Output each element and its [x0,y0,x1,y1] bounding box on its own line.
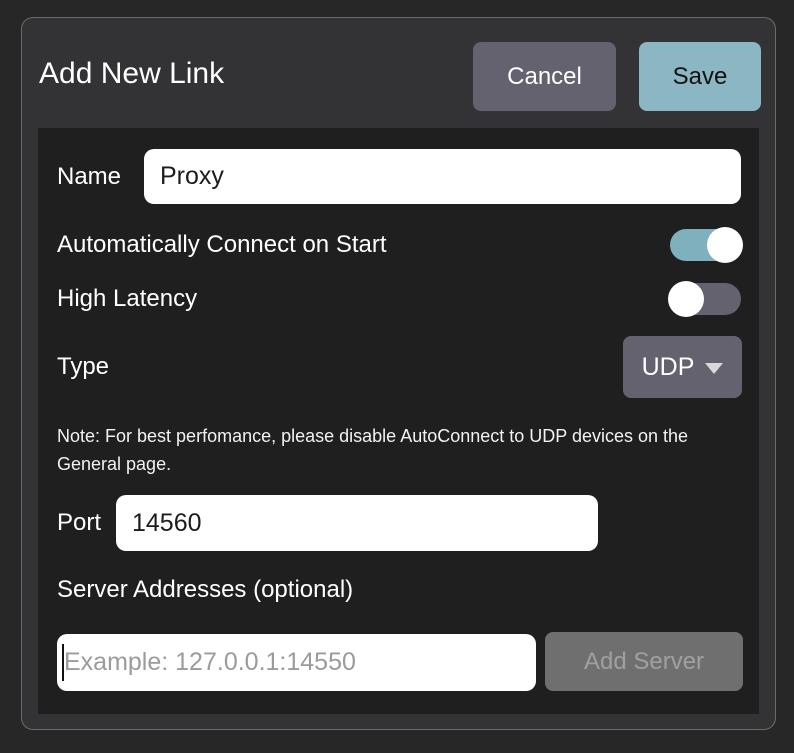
save-button[interactable]: Save [639,42,761,111]
name-label: Name [57,162,121,192]
high-latency-toggle[interactable] [670,283,741,315]
server-addresses-label: Server Addresses (optional) [57,575,353,605]
udp-performance-note: Note: For best perfomance, please disabl… [57,422,735,478]
text-cursor [62,644,64,681]
cancel-button[interactable]: Cancel [473,42,616,111]
auto-connect-toggle[interactable] [670,229,741,261]
type-dropdown-value: UDP [642,353,695,382]
add-new-link-dialog: Add New Link Cancel Save Name Automatica… [21,17,776,730]
auto-connect-label: Automatically Connect on Start [57,229,387,261]
type-dropdown[interactable]: UDP [623,336,742,398]
type-label: Type [57,352,109,382]
port-label: Port [57,508,101,538]
port-input[interactable] [116,495,598,551]
link-settings-panel: Name Automatically Connect on Start High… [38,128,759,714]
name-input[interactable] [144,149,741,204]
server-address-input[interactable] [57,634,536,691]
toggle-knob [707,227,743,263]
chevron-down-icon [705,363,723,374]
toggle-knob [668,281,704,317]
dialog-title: Add New Link [39,18,224,128]
high-latency-label: High Latency [57,283,197,315]
add-server-button[interactable]: Add Server [545,632,743,691]
